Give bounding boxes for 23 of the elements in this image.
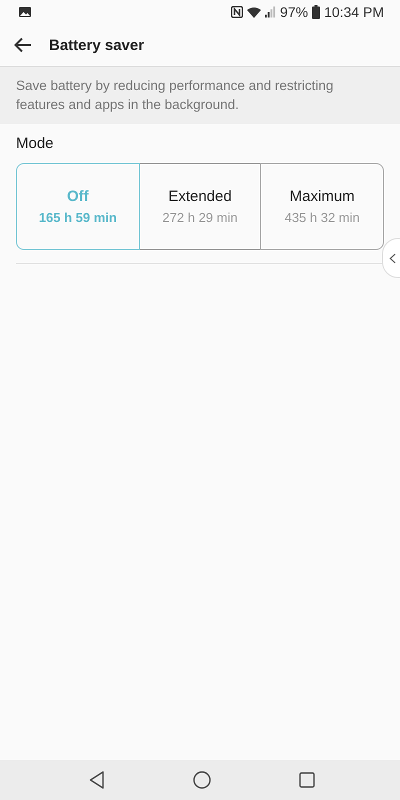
screen-title: Battery saver: [49, 36, 144, 54]
clock: 10:34 PM: [324, 4, 384, 20]
mode-name: Maximum: [290, 188, 355, 205]
description-text: Save battery by reducing performance and restricting features and apps in the background.: [16, 77, 334, 114]
home-icon[interactable]: [193, 771, 211, 789]
signal-icon: [265, 6, 276, 18]
mode-option[interactable]: Maximum 435 h 32 min: [260, 163, 384, 250]
section-label: Mode: [16, 135, 55, 152]
recents-icon[interactable]: [299, 772, 315, 788]
wifi-icon: [247, 6, 262, 18]
chevron-left-icon: [389, 252, 396, 264]
mode-duration: 272 h 29 min: [162, 210, 238, 225]
mode-duration: 435 h 32 min: [284, 210, 360, 225]
mode-option[interactable]: Extended 272 h 29 min: [138, 163, 262, 250]
battery-percent: 97%: [280, 4, 308, 20]
back-icon[interactable]: [89, 771, 105, 789]
nfc-icon: [231, 6, 244, 18]
mode-name: Off: [67, 188, 89, 205]
mode-name: Extended: [168, 188, 232, 205]
back-arrow-icon[interactable]: [14, 37, 32, 53]
battery-icon: [312, 5, 320, 19]
mode-duration: 165 h 59 min: [38, 210, 117, 225]
gallery-icon: [19, 7, 31, 17]
